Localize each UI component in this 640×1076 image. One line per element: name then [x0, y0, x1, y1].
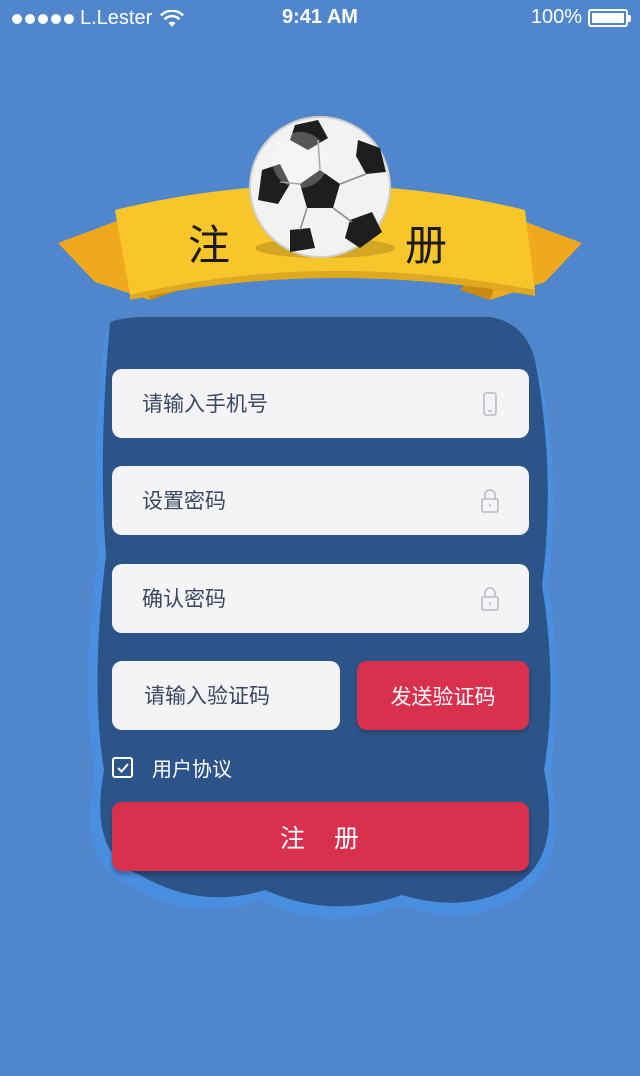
password-field[interactable]	[112, 466, 529, 535]
verification-code-input[interactable]	[144, 661, 334, 730]
phone-input[interactable]	[142, 369, 462, 438]
phone-icon	[483, 392, 497, 416]
user-agreement[interactable]: 用户协议	[112, 753, 232, 782]
verification-code-field[interactable]	[112, 661, 340, 730]
soccer-ball-icon	[249, 116, 395, 258]
header-banner	[58, 116, 582, 300]
status-right: 100%	[530, 6, 631, 29]
lock-icon	[481, 587, 499, 611]
confirm-password-field[interactable]	[112, 564, 529, 633]
battery-percentage: 100%	[530, 6, 582, 28]
status-bar: L.Lester 9:41 AM 100%	[0, 0, 640, 36]
lock-icon	[481, 489, 499, 513]
confirm-password-input[interactable]	[142, 564, 462, 633]
agreement-label[interactable]: 用户协议	[152, 753, 232, 782]
agreement-checkbox[interactable]	[112, 757, 133, 778]
page-title-left: 注	[188, 221, 231, 270]
password-input[interactable]	[142, 466, 462, 535]
page-title-right: 册	[405, 221, 448, 270]
send-code-button[interactable]: 发送验证码	[357, 661, 529, 730]
phone-field[interactable]	[112, 369, 529, 438]
battery-icon	[588, 8, 631, 27]
battery-fill	[592, 12, 624, 23]
register-button[interactable]: 注 册	[112, 802, 529, 871]
check-icon	[116, 762, 129, 773]
